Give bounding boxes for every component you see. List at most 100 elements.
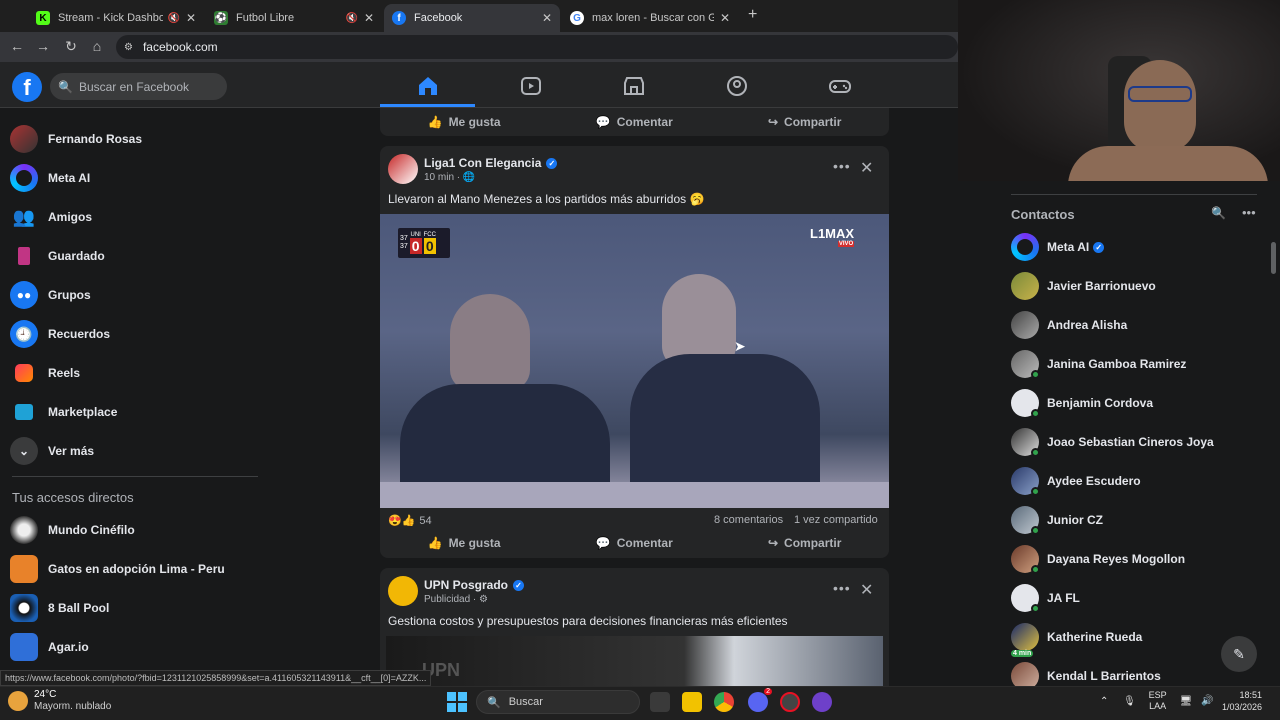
sidebar-item-reels[interactable]: Reels — [10, 356, 80, 390]
tab-google-search[interactable]: G max loren - Buscar con Google ✕ — [562, 4, 738, 32]
close-tab-icon[interactable]: ✕ — [720, 11, 730, 25]
shortcut-label: Agar.io — [48, 640, 89, 654]
chrome-icon[interactable] — [714, 692, 734, 712]
share-count[interactable]: 1 vez compartido — [794, 514, 878, 526]
home-icon[interactable] — [416, 74, 440, 98]
sidebar-item-guardado[interactable]: Guardado — [10, 239, 105, 273]
app-icon[interactable] — [780, 692, 800, 712]
contact-item[interactable]: Joao Sebastian Cineros Joya — [1011, 425, 1214, 459]
taskbar-search-label: Buscar — [508, 696, 543, 708]
contact-item[interactable]: Andrea Alisha — [1011, 308, 1127, 342]
weather-widget[interactable]: 24°C Mayorm. nublado — [8, 689, 111, 713]
tab-futbol-libre[interactable]: ⚽ Futbol Libre 🔇 ✕ — [206, 4, 382, 32]
agario-icon — [10, 633, 38, 661]
gaming-icon[interactable] — [828, 74, 852, 98]
home-button-icon[interactable]: ⌂ — [88, 38, 106, 54]
sidebar-item-amigos[interactable]: 👥 Amigos — [10, 200, 92, 234]
more-options-icon[interactable]: ••• — [833, 580, 851, 596]
post-author[interactable]: UPN Posgrado ✓ — [424, 578, 525, 592]
search-icon[interactable]: 🔍 — [1211, 206, 1226, 220]
contacts-scrollbar[interactable] — [1271, 242, 1276, 274]
app-icon[interactable] — [812, 692, 832, 712]
discord-icon[interactable]: 2 — [748, 688, 772, 712]
network-icon[interactable]: 🖥 — [1179, 696, 1192, 707]
webcam-overlay — [958, 0, 1280, 181]
more-options-icon[interactable]: ••• — [833, 158, 851, 174]
comment-button[interactable]: 💬 Comentar — [596, 536, 673, 550]
shortcut-item[interactable]: Agar.io — [10, 630, 89, 664]
more-options-icon[interactable]: ••• — [1242, 205, 1256, 220]
forward-arrow-icon[interactable]: → — [34, 38, 52, 54]
new-message-button[interactable]: ✎ — [1221, 636, 1257, 672]
contact-avatar — [1011, 350, 1040, 379]
reaction-summary[interactable]: 😍👍 54 — [388, 514, 432, 528]
like-button[interactable]: 👍 Me gusta — [428, 536, 501, 550]
sidebar-item-ver-mas[interactable]: ⌄ Ver más — [10, 434, 94, 468]
muted-speaker-icon[interactable]: 🔇 — [345, 13, 357, 24]
contact-item[interactable]: Junior CZ — [1011, 503, 1103, 537]
sidebar-item-recuerdos[interactable]: 🕘 Recuerdos — [10, 317, 110, 351]
tab-facebook[interactable]: f Facebook ✕ — [384, 4, 560, 32]
ad-image[interactable]: UPN — [386, 636, 883, 686]
shortcut-item[interactable]: Mundo Cinéfilo — [10, 513, 135, 547]
contact-item[interactable]: Javier Barrionuevo — [1011, 269, 1156, 303]
groups-icon[interactable] — [725, 74, 749, 98]
contact-item[interactable]: Meta AI ✓ — [1011, 230, 1105, 264]
contact-item[interactable]: 4 min Katherine Rueda — [1011, 620, 1142, 657]
share-button[interactable]: ↪ Compartir — [768, 536, 841, 550]
meta-ai-icon — [10, 164, 38, 192]
close-tab-icon[interactable]: ✕ — [186, 11, 196, 25]
post-meta[interactable]: Publicidad · ⚙ — [424, 594, 488, 605]
close-tab-icon[interactable]: ✕ — [542, 11, 552, 25]
sidebar-item-profile[interactable]: Fernando Rosas — [10, 122, 142, 156]
sidebar-item-marketplace[interactable]: Marketplace — [10, 395, 117, 429]
system-clock[interactable]: 18:51 1/03/2026 — [1222, 689, 1262, 713]
sidebar-item-meta-ai[interactable]: Meta AI — [10, 161, 90, 195]
muted-speaker-icon[interactable]: 🔇 — [167, 13, 179, 24]
post-author-avatar[interactable] — [388, 154, 418, 184]
shortcut-item[interactable]: Gatos en adopción Lima - Peru — [10, 552, 225, 586]
back-arrow-icon[interactable]: ← — [8, 38, 26, 54]
chevron-up-icon[interactable]: ⌃ — [1100, 696, 1108, 707]
address-bar[interactable]: ⚙ facebook.com — [116, 35, 958, 59]
comment-button[interactable]: 💬 Comentar — [596, 115, 673, 129]
close-icon[interactable]: ✕ — [860, 580, 873, 600]
divider — [1011, 194, 1257, 195]
post-time: 10 min · — [424, 172, 461, 183]
friends-icon: 👥 — [12, 206, 36, 227]
marketplace-icon[interactable] — [622, 74, 646, 98]
facebook-search-input[interactable]: 🔍 Buscar en Facebook — [50, 73, 227, 100]
contact-item[interactable]: JA FL — [1011, 581, 1080, 615]
match-time: 37 37 — [400, 235, 408, 250]
facebook-logo-icon[interactable]: f — [12, 72, 42, 102]
reload-icon[interactable]: ↻ — [62, 38, 80, 55]
comment-count[interactable]: 8 comentarios — [714, 514, 783, 526]
tab-kick-dashboard[interactable]: K Stream - Kick Dashboard 🔇 ✕ — [28, 4, 204, 32]
shortcut-item[interactable]: 8 Ball Pool — [10, 591, 109, 625]
sidebar-item-grupos[interactable]: ●● Grupos — [10, 278, 91, 312]
post-meta[interactable]: 10 min · 🌐 — [424, 172, 475, 183]
contact-item[interactable]: Benjamin Cordova — [1011, 386, 1153, 420]
contact-item[interactable]: Aydee Escudero — [1011, 464, 1141, 498]
close-tab-icon[interactable]: ✕ — [364, 11, 374, 25]
new-tab-button[interactable]: + — [748, 6, 757, 24]
file-explorer-icon[interactable] — [682, 692, 702, 712]
contact-item[interactable]: Dayana Reyes Mogollon — [1011, 542, 1185, 576]
language-indicator[interactable]: ESP LAA — [1149, 690, 1167, 712]
microphone-icon[interactable]: 🎙 — [1123, 696, 1136, 707]
task-view-icon[interactable] — [650, 692, 670, 712]
windows-start-button[interactable] — [447, 692, 467, 712]
close-icon[interactable]: ✕ — [860, 158, 873, 178]
speaker-icon[interactable]: 🔊 — [1201, 696, 1213, 707]
post-author[interactable]: Liga1 Con Elegancia ✓ — [424, 156, 558, 170]
contact-item[interactable]: Janina Gamboa Ramirez — [1011, 347, 1186, 381]
post-video[interactable]: 37 37 UNI 0 FCC 0 L1MAX VIVO ➤ — [380, 214, 889, 508]
video-icon[interactable] — [519, 74, 543, 98]
taskbar-search[interactable]: 🔍 Buscar — [476, 690, 640, 714]
site-info-icon[interactable]: ⚙ — [124, 42, 133, 53]
share-button[interactable]: ↪ Compartir — [768, 115, 841, 129]
like-button[interactable]: 👍 Me gusta — [428, 115, 501, 129]
contact-name: Janina Gamboa Ramirez — [1047, 357, 1187, 371]
post-author-avatar[interactable] — [388, 576, 418, 606]
person-head — [450, 294, 530, 390]
